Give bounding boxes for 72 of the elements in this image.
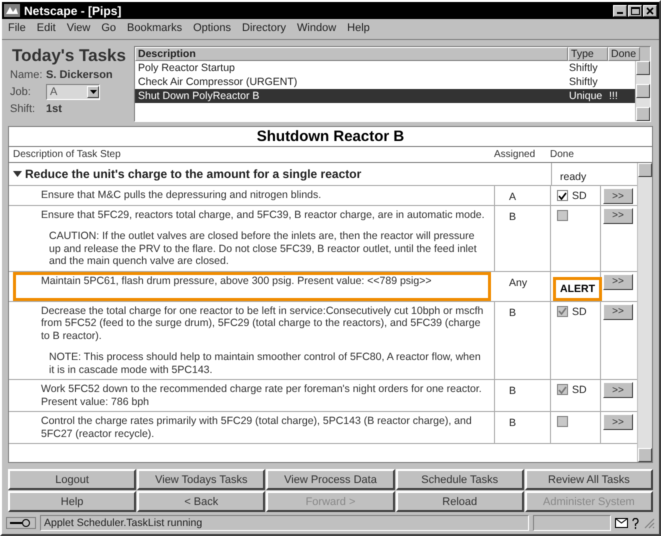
column-header[interactable]: Type [568, 47, 608, 61]
nav-button[interactable]: View Process Data [266, 469, 395, 490]
menu-item[interactable]: Edit [36, 22, 56, 36]
menu-item[interactable]: Help [347, 22, 370, 36]
nav-button[interactable]: Schedule Tasks [396, 469, 524, 490]
task-row[interactable]: Poly Reactor Startup Shiftly [135, 61, 635, 75]
menu-item[interactable]: View [66, 22, 90, 36]
user-name: S. Dickerson [46, 69, 113, 81]
menu-item[interactable]: Bookmarks [127, 22, 182, 36]
assigned-cell: B [509, 385, 516, 397]
group-heading: Reduce the unit's charge to the amount for a single reactor [25, 167, 362, 181]
assigned-cell: B [509, 306, 516, 318]
done-checkbox[interactable] [557, 190, 568, 201]
step-description: Work 5FC52 down to the recommended charge rate per foreman's night orders for one reactor. Present value: 786 bph [9, 380, 495, 411]
job-label: Job: [10, 86, 32, 98]
details-button[interactable]: >> [603, 274, 633, 290]
scrollbar[interactable] [637, 163, 652, 462]
column-header: Done [550, 149, 575, 160]
menu-item[interactable]: Directory [242, 22, 286, 36]
shift-label: Shift: [10, 103, 36, 115]
column-header: Assigned [494, 149, 536, 160]
maximize-icon [630, 6, 640, 14]
close-icon [646, 6, 654, 14]
minimize-icon [617, 12, 623, 14]
step-description: Ensure that M&C pulls the depressuring and nitrogen blinds. [9, 186, 495, 204]
nav-button[interactable]: Logout [8, 469, 136, 490]
task-row[interactable]: Shut Down PolyReactor B Unique !!! [135, 89, 635, 103]
step-description: Decrease the total charge for one reactor to be left in service:Consecutively cut 10bph or mscfh from 5FC52 (feed to the surge drum), 5FC29 (total charge to the reactors), and 5FC39 (charge to B reactor). NOTE: This process should help to maintain smoother control of 5FC80, A reactor flow, when it is in cascade mode with 5PC143. [9, 302, 495, 379]
group-status: ready [560, 171, 586, 183]
details-button[interactable]: >> [603, 188, 633, 204]
nav-button[interactable]: Help [8, 491, 136, 512]
step-description: Control the charge rates primarily with 5FC29 (total charge), 5PC143 (B reactor charge), and 5FC27 (reactor recycle). [9, 412, 495, 443]
status-text: Applet Scheduler.TaskList running [40, 515, 529, 531]
mail-icon[interactable] [615, 518, 628, 528]
security-key-icon [6, 517, 36, 529]
menu-item[interactable]: Options [193, 22, 231, 36]
job-dropdown[interactable]: A [46, 84, 100, 100]
close-button[interactable] [643, 4, 657, 16]
nav-button[interactable]: Review All Tasks [524, 469, 653, 490]
minimize-button[interactable] [613, 4, 627, 16]
menu-item[interactable]: File [8, 22, 26, 36]
app-icon [4, 4, 20, 17]
nav-button[interactable]: View Todays Tasks [137, 469, 266, 490]
nav-button[interactable]: Reload [396, 491, 524, 512]
nav-button[interactable]: < Back [137, 491, 266, 512]
alert-badge: ALERT [553, 276, 602, 300]
menu-item[interactable]: Window [297, 22, 336, 36]
shift-value: 1st [46, 103, 62, 115]
name-label: Name: [10, 69, 44, 81]
task-row[interactable]: Check Air Compressor (URGENT) Shiftly [135, 75, 635, 89]
column-header: Description of Task Step [12, 149, 122, 160]
scrollbar[interactable] [635, 61, 650, 121]
menu-item[interactable]: Go [101, 22, 116, 36]
caret-icon [90, 90, 96, 94]
step-description: Maintain 5PC61, flash drum pressure, above 300 psig. Present value: <<789 psig>> [13, 272, 491, 300]
assigned-cell: A [509, 191, 516, 203]
window-title: Netscape - [Pips] [24, 4, 122, 18]
done-label: SD [572, 384, 587, 396]
column-header[interactable]: Description [135, 47, 568, 61]
resize-grip-icon[interactable] [643, 517, 655, 529]
maximize-button[interactable] [628, 4, 642, 16]
assigned-cell: Any [509, 276, 528, 288]
expanded-triangle-icon[interactable] [13, 171, 22, 177]
assigned-cell: B [509, 417, 516, 429]
step-description: Ensure that 5FC29, reactors total charge, and 5FC39, B reactor charge, are in automatic mode. CAUTION: If the outlet valves are closed before the inlets are, then the reactor will pressure up and release the PRV to the flare. Do not close 5FC39, B reactor outlet, until the feed inlet and the main quench valve are closed. [9, 206, 495, 270]
task-title: Shutdown Reactor B [256, 127, 406, 146]
assigned-cell: B [509, 210, 516, 222]
help-icon[interactable] [632, 518, 639, 528]
done-label: SD [572, 306, 587, 318]
column-header[interactable]: Done [608, 47, 640, 61]
panel-heading: Today's Tasks [12, 46, 127, 66]
done-label: SD [572, 190, 587, 202]
